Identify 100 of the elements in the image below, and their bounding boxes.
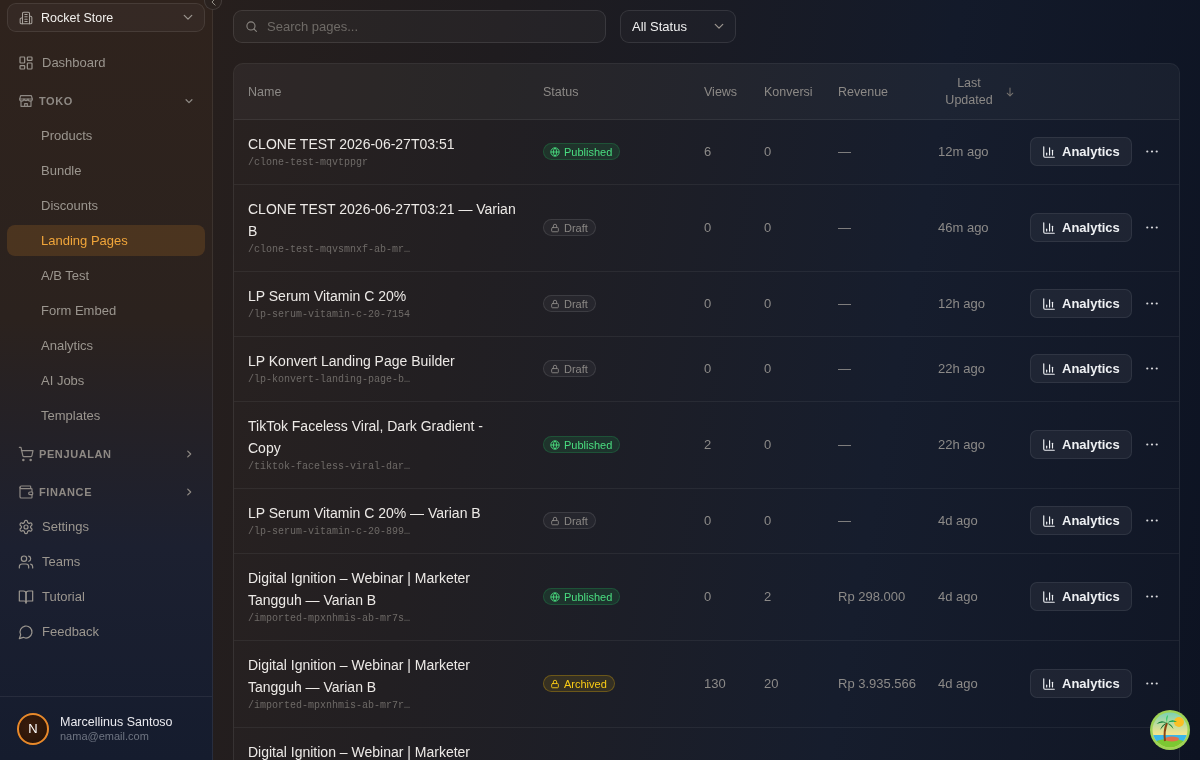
analytics-button[interactable]: Analytics [1030, 213, 1132, 242]
revenue-cell: Rp 298.000 [838, 589, 906, 604]
settings-icon [18, 518, 34, 535]
page-slug: /lp-serum-vitamin-c-20-899… [248, 525, 411, 539]
open-book-icon [18, 588, 34, 605]
analytics-button[interactable]: Analytics [1030, 354, 1132, 383]
nav-item[interactable]: Dashboard [7, 47, 205, 78]
column-header: Status [543, 84, 579, 99]
nav-subitem[interactable]: Form Embed [7, 295, 205, 326]
column-header: Revenue [838, 84, 889, 99]
analytics-button[interactable]: Analytics [1030, 289, 1132, 318]
more-dots-icon [1145, 595, 1158, 598]
bar-chart-icon [1042, 220, 1056, 235]
nav-subitem[interactable]: AI Jobs [7, 365, 205, 396]
revenue-cell: — [838, 437, 851, 452]
bar-chart-icon [1042, 437, 1056, 452]
nav-subitem[interactable]: A/B Test [7, 260, 205, 291]
page-name: CLONE TEST 2026-06-27T03:21 — Varian B [248, 200, 517, 241]
users-icon [18, 553, 34, 570]
analytics-button[interactable]: Analytics [1030, 430, 1132, 459]
cart-icon [18, 445, 34, 462]
bar-chart-icon [1042, 676, 1056, 691]
column-header: Konversi [764, 84, 813, 99]
arrow-down-icon [1006, 86, 1014, 97]
views-cell: 2 [704, 437, 712, 452]
more-dots-icon [1145, 519, 1158, 522]
page-slug: /lp-serum-vitamin-c-20-7154 [248, 308, 411, 322]
page-slug: /imported-mpxnhmis-ab-mr7s… [248, 612, 411, 626]
nav-subitem[interactable]: Products [7, 120, 205, 151]
status-label: Draft [564, 514, 588, 527]
user-email: nama@email.com [60, 730, 150, 742]
conversions-cell: 2 [764, 589, 772, 604]
store-selector[interactable]: Rocket Store [7, 3, 205, 32]
lock-icon [550, 678, 560, 689]
search-icon [245, 20, 258, 33]
page-name: Digital Ignition – Webinar | Marketer [248, 743, 471, 760]
conversions-cell: 0 [764, 437, 772, 452]
more-dots-icon [1145, 682, 1158, 685]
updated-cell: 4d ago [938, 513, 978, 528]
page-slug: /imported-mpxnhmis-ab-mr7r… [248, 699, 411, 713]
revenue-cell: — [838, 144, 851, 159]
more-dots-icon [1145, 443, 1158, 446]
status-label: Published [564, 590, 613, 603]
page-name: TikTok Faceless Viral, Dark Gradient - Copy [248, 417, 484, 458]
revenue-cell: — [838, 220, 851, 235]
wallet-icon [18, 483, 34, 500]
nav-item[interactable]: Settings [7, 511, 205, 542]
nav-subitem[interactable]: Templates [7, 400, 205, 431]
user-avatar: N [17, 712, 49, 745]
nav-subitem[interactable]: Landing Pages [7, 225, 205, 256]
bar-chart-icon [1042, 361, 1056, 376]
conversions-cell: 20 [764, 676, 779, 691]
globe-icon [550, 591, 560, 602]
revenue-cell: — [838, 361, 851, 376]
nav-item[interactable]: Tutorial [7, 581, 205, 612]
lock-icon [550, 298, 560, 309]
more-dots-icon [1145, 150, 1158, 153]
conversions-cell: 0 [764, 361, 772, 376]
analytics-button[interactable]: Analytics [1030, 506, 1132, 535]
analytics-button[interactable]: Analytics [1030, 137, 1132, 166]
views-cell: 0 [704, 361, 712, 376]
nav-section-header[interactable]: PENJUALAN [7, 436, 205, 471]
revenue-cell: — [838, 513, 851, 528]
status-label: Archived [564, 677, 607, 690]
analytics-button[interactable]: Analytics [1030, 582, 1132, 611]
page-slug: /clone-test-mqvsmnxf-ab-mr… [248, 243, 411, 257]
column-header: Last Updated [944, 74, 994, 109]
analytics-button[interactable]: Analytics [1030, 669, 1132, 698]
updated-cell: 22h ago [938, 437, 985, 452]
views-cell: 0 [704, 513, 712, 528]
nav-section-header[interactable]: TOKO [7, 83, 205, 118]
column-header: Views [704, 84, 738, 99]
nav-subitem[interactable]: Bundle [7, 155, 205, 186]
nav-subitem[interactable]: Discounts [7, 190, 205, 221]
views-cell: 0 [704, 589, 712, 604]
page-slug: /tiktok-faceless-viral-dar… [248, 460, 411, 474]
nav-item[interactable]: Teams [7, 546, 205, 577]
nav-subitem[interactable]: Analytics [7, 330, 205, 361]
conversions-cell: 0 [764, 220, 772, 235]
page-name: LP Konvert Landing Page Builder [248, 352, 455, 371]
views-cell: 0 [704, 296, 712, 311]
more-dots-icon [1145, 367, 1158, 370]
nav-section-header[interactable]: FINANCE [7, 474, 205, 509]
page-name: Digital Ignition – Webinar | Marketer Tangguh — Varian B [248, 656, 472, 697]
conversions-cell: 0 [764, 513, 772, 528]
more-dots-icon [1145, 226, 1158, 229]
updated-cell: 12h ago [938, 296, 985, 311]
status-filter-dropdown[interactable]: All Status [620, 10, 736, 43]
chevron-down-icon [714, 23, 724, 30]
updated-cell: 4d ago [938, 676, 978, 691]
nav-item[interactable]: Feedback [7, 616, 205, 647]
palm-island-icon[interactable] [1150, 710, 1190, 750]
status-label: Draft [564, 221, 588, 234]
grid-icon [18, 54, 34, 71]
more-dots-icon [1145, 302, 1158, 305]
updated-cell: 4d ago [938, 589, 978, 604]
globe-icon [550, 439, 560, 450]
page-slug: /clone-test-mqvtppgr [248, 156, 369, 170]
page-name: Digital Ignition – Webinar | Marketer Tangguh — Varian B [248, 569, 472, 610]
lock-icon [550, 222, 560, 233]
